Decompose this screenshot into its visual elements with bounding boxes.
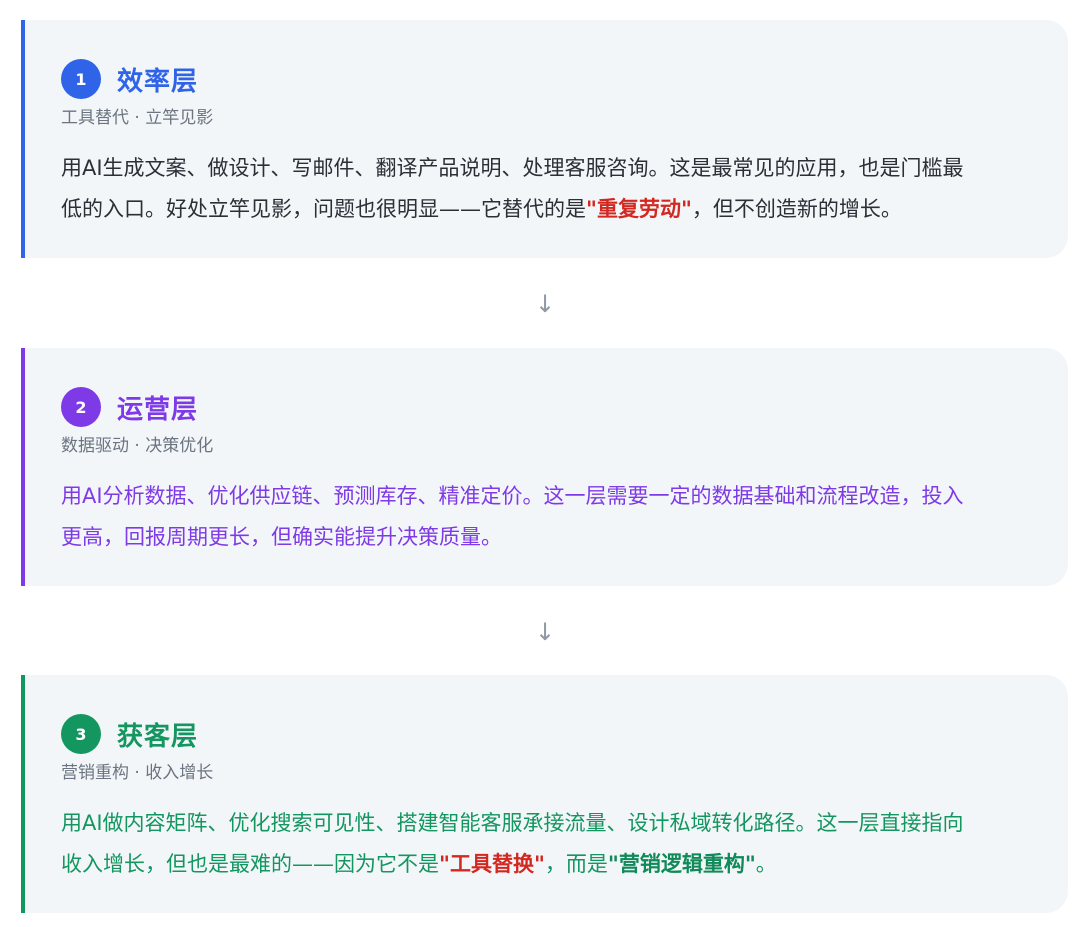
- layer-number-badge: 3: [61, 714, 101, 754]
- layer-description: 用AI分析数据、优化供应链、预测库存、精准定价。这一层需要一定的数据基础和流程改…: [61, 476, 1028, 558]
- layer-header: 1 效率层: [61, 58, 1028, 100]
- layer-title: 获客层: [117, 721, 199, 752]
- layer-subtitle: 数据驱动 · 决策优化: [61, 436, 214, 456]
- layer-number-badge: 1: [61, 59, 101, 99]
- highlight-text: "营销逻辑重构": [607, 852, 756, 876]
- highlight-text: "工具替换": [439, 852, 545, 876]
- description-text: ，而是: [544, 852, 608, 876]
- description-text: 。: [755, 852, 777, 876]
- description-line: 用AI做内容矩阵、优化搜索可见性、搭建智能客服承接流量、设计私域转化路径。这一层…: [61, 811, 964, 835]
- layer-card-acquisition: 3 获客层 营销重构 · 收入增长 用AI做内容矩阵、优化搜索可见性、搭建智能客…: [21, 675, 1068, 913]
- description-text: ，但不创造新的增长。: [691, 197, 902, 221]
- down-arrow-icon: ↓: [534, 290, 556, 318]
- layer-number-badge: 2: [61, 387, 101, 427]
- description-line: 收入增长，但也是最难的——因为它不是"工具替换"，而是"营销逻辑重构"。: [61, 844, 1028, 885]
- description-line: 用AI生成文案、做设计、写邮件、翻译产品说明、处理客服咨询。这是最常见的应用，也…: [61, 156, 964, 180]
- description-text: 低的入口。好处立竿见影，问题也很明显——它替代的是: [61, 197, 586, 221]
- layer-card-efficiency: 1 效率层 工具替代 · 立竿见影 用AI生成文案、做设计、写邮件、翻译产品说明…: [21, 20, 1068, 258]
- layer-header: 3 获客层: [61, 713, 1028, 755]
- layer-title: 效率层: [117, 66, 199, 97]
- layer-description: 用AI生成文案、做设计、写邮件、翻译产品说明、处理客服咨询。这是最常见的应用，也…: [61, 148, 1028, 230]
- layer-description: 用AI做内容矩阵、优化搜索可见性、搭建智能客服承接流量、设计私域转化路径。这一层…: [61, 803, 1028, 885]
- description-line: 更高，回报周期更长，但确实能提升决策质量。: [61, 525, 502, 549]
- layer-subtitle: 营销重构 · 收入增长: [61, 763, 214, 783]
- description-line: 低的入口。好处立竿见影，问题也很明显——它替代的是"重复劳动"，但不创造新的增长…: [61, 189, 1028, 230]
- description-text: 收入增长，但也是最难的——因为它不是: [61, 852, 439, 876]
- highlight-text: "重复劳动": [586, 197, 692, 221]
- layer-card-operations: 2 运营层 数据驱动 · 决策优化 用AI分析数据、优化供应链、预测库存、精准定…: [21, 348, 1068, 586]
- layer-title: 运营层: [117, 394, 199, 425]
- layer-subtitle: 工具替代 · 立竿见影: [61, 108, 214, 128]
- down-arrow-icon: ↓: [534, 618, 556, 646]
- description-line: 用AI分析数据、优化供应链、预测库存、精准定价。这一层需要一定的数据基础和流程改…: [61, 484, 964, 508]
- layer-header: 2 运营层: [61, 386, 1028, 428]
- layers-diagram: 1 效率层 工具替代 · 立竿见影 用AI生成文案、做设计、写邮件、翻译产品说明…: [0, 0, 1080, 927]
